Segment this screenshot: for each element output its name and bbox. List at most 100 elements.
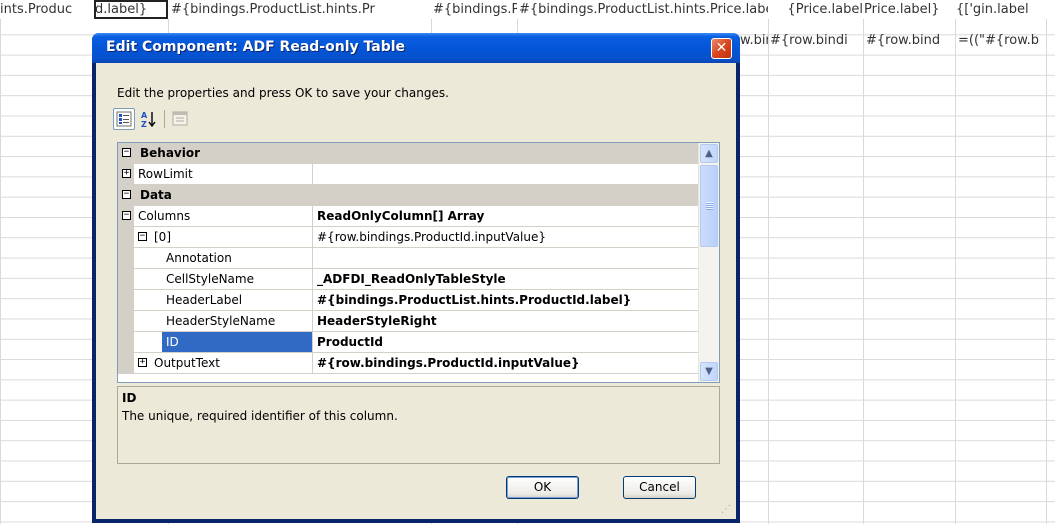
property-value[interactable]: #{bindings.ProductList.hints.ProductId.l… — [312, 290, 698, 310]
property-row[interactable]: Annotation — [118, 248, 698, 269]
dialog-body: Edit the properties and press OK to save… — [96, 63, 736, 519]
collapse-toggle-icon[interactable]: − — [122, 148, 131, 157]
property-row[interactable]: − [0] #{row.bindings.ProductId.inputValue} — [118, 227, 698, 248]
header-cell[interactable]: ints.Produc — [0, 0, 94, 19]
header-cell[interactable]: Price.label} — [864, 0, 955, 19]
property-grid[interactable]: − Behavior + RowLimit − Data − Columns ReadOnlyC… — [117, 142, 720, 383]
toolbar-separator — [164, 110, 165, 128]
scroll-down-button[interactable]: ▼ — [700, 362, 718, 381]
expand-toggle-icon[interactable]: + — [122, 169, 131, 178]
property-row[interactable]: ID ProductId — [118, 332, 698, 353]
cell[interactable]: w.bir — [740, 31, 768, 51]
spreadsheet-header-row: ints.Produc ints.ProductId.label} #{bind… — [0, 0, 1055, 19]
alphabetical-button[interactable]: A Z — [138, 108, 160, 130]
close-icon: ✕ — [715, 40, 728, 56]
header-cell-text: gin.label']} — [956, 2, 1029, 17]
ok-button[interactable]: OK — [506, 476, 579, 499]
svg-text:Z: Z — [141, 120, 147, 129]
header-cell-text: Price.label} — [787, 2, 863, 17]
property-value[interactable]: _ADFDI_ReadOnlyTableStyle — [312, 269, 698, 289]
cell[interactable]: #{row.bindi — [770, 31, 863, 51]
category-label: Behavior — [140, 146, 201, 160]
property-row[interactable]: CellStyleName _ADFDI_ReadOnlyTableStyle — [118, 269, 698, 290]
cancel-button[interactable]: Cancel — [623, 476, 696, 499]
dialog-title: Edit Component: ADF Read-only Table — [106, 39, 406, 55]
property-pages-button[interactable] — [169, 108, 191, 130]
header-cell[interactable]: #{bindings.Pr — [433, 0, 517, 19]
property-row[interactable]: HeaderStyleName HeaderStyleRight — [118, 311, 698, 332]
grid-margin — [118, 248, 134, 268]
property-row[interactable]: + RowLimit — [118, 164, 698, 185]
property-name: [0] — [154, 230, 171, 244]
dialog-titlebar[interactable]: Edit Component: ADF Read-only Table ✕ — [92, 33, 740, 63]
property-name: HeaderLabel — [166, 293, 243, 307]
categorized-button[interactable] — [113, 108, 135, 130]
gridline — [0, 0, 1, 524]
collapse-toggle-icon[interactable]: − — [138, 232, 147, 241]
gridline — [768, 0, 769, 524]
header-cell[interactable]: #{bindings.ProductList.hints.Price.label… — [519, 0, 768, 19]
grid-margin — [118, 227, 134, 247]
property-description-panel: ID The unique, required identifier of th… — [117, 386, 720, 464]
header-cell-text: #{bindings.ProductList.hints.Price.label… — [519, 2, 768, 17]
property-value[interactable]: ProductId — [312, 332, 698, 352]
vertical-scrollbar[interactable]: ▲ ▼ — [698, 143, 719, 382]
header-cell-text: Price.label} — [864, 2, 940, 17]
description-title: ID — [122, 391, 137, 405]
cell-text: #{row.bindi — [770, 33, 848, 48]
cell-text: w.bir — [740, 33, 768, 48]
header-cell[interactable]: gin.label']} — [956, 0, 1055, 19]
gridline — [863, 0, 864, 524]
header-cell-text: ints.Produc — [0, 2, 73, 17]
property-row[interactable]: HeaderLabel #{bindings.ProductList.hints.… — [118, 290, 698, 311]
cell[interactable]: =(("#{row.b — [958, 31, 1055, 51]
scrollbar-grip-icon — [706, 202, 713, 210]
description-text: The unique, required identifier of this … — [122, 409, 398, 423]
property-value[interactable]: HeaderStyleRight — [312, 311, 698, 331]
property-name: HeaderStyleName — [166, 314, 276, 328]
grid-margin — [118, 290, 134, 310]
instructions-text: Edit the properties and press OK to save… — [117, 86, 449, 100]
scroll-up-button[interactable]: ▲ — [700, 144, 718, 163]
cell[interactable]: #{row.bind — [866, 31, 955, 51]
property-value[interactable]: ReadOnlyColumn[] Array — [312, 206, 698, 226]
header-cell-selected[interactable]: ints.ProductId.label} — [94, 0, 168, 19]
property-value[interactable]: #{row.bindings.ProductId.inputValue} — [312, 227, 698, 247]
property-category-row[interactable]: − Data — [118, 185, 698, 206]
categorized-icon — [116, 111, 132, 127]
expand-toggle-icon[interactable]: + — [138, 358, 147, 367]
collapse-toggle-icon[interactable]: − — [122, 190, 131, 199]
grid-margin — [118, 311, 134, 331]
property-name: RowLimit — [138, 167, 193, 181]
close-button[interactable]: ✕ — [711, 38, 732, 59]
chevron-down-icon: ▼ — [705, 366, 713, 377]
property-value[interactable]: #{row.bindings.ProductId.inputValue} — [312, 353, 698, 373]
grid-margin — [118, 269, 134, 289]
cell-text: =(("#{row.b — [958, 33, 1040, 48]
category-label: Data — [140, 188, 172, 202]
scrollbar-thumb[interactable] — [700, 165, 718, 247]
resize-grip-icon[interactable]: ⋰ — [721, 504, 733, 516]
header-cell[interactable]: Price.label} — [768, 0, 863, 19]
property-name: OutputText — [154, 356, 220, 370]
selection-highlight — [162, 332, 312, 352]
property-value[interactable] — [312, 248, 698, 268]
property-name: Annotation — [166, 251, 232, 265]
collapse-toggle-icon[interactable]: − — [122, 211, 131, 220]
sort-alphabetical-icon: A Z — [141, 111, 156, 129]
edit-component-dialog: Edit Component: ADF Read-only Table ✕ Ed… — [92, 33, 740, 523]
header-cell[interactable]: #{bindings.ProductList.hints.Pr — [171, 0, 431, 19]
property-row[interactable]: − Columns ReadOnlyColumn[] Array — [118, 206, 698, 227]
svg-text:A: A — [141, 111, 148, 120]
property-name: Columns — [138, 209, 191, 223]
grid-margin — [118, 332, 134, 352]
grid-margin — [118, 353, 134, 373]
property-name: ID — [166, 335, 179, 349]
property-category-row[interactable]: − Behavior — [118, 143, 698, 164]
gridline — [955, 0, 956, 524]
property-row[interactable]: + OutputText #{row.bindings.ProductId.inpu… — [118, 353, 698, 374]
property-name: CellStyleName — [166, 272, 254, 286]
property-pages-icon — [172, 111, 188, 126]
property-value[interactable] — [312, 164, 698, 184]
header-cell-text: #{bindings.Pr — [433, 2, 517, 17]
